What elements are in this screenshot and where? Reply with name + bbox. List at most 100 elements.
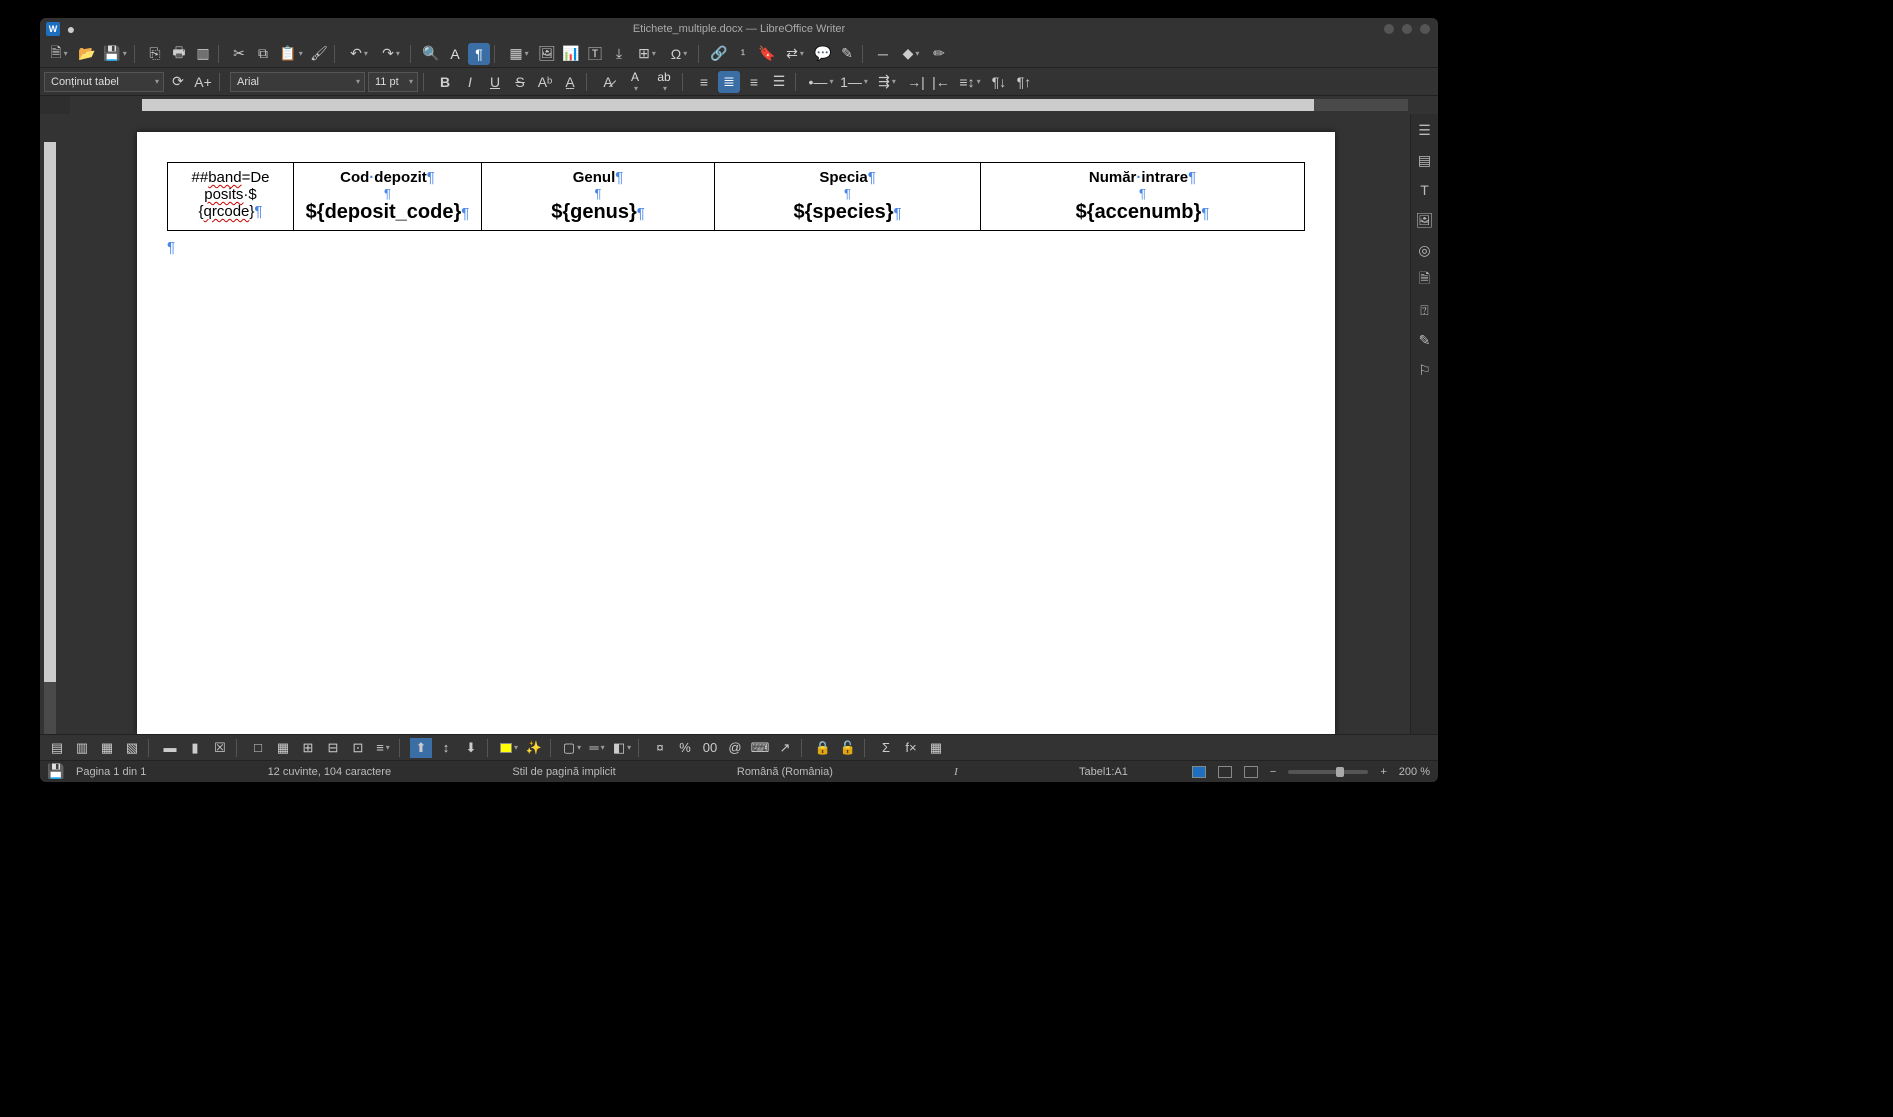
bookmark-button[interactable]: 🔖 (756, 43, 778, 65)
zoom-level-status[interactable]: 200 % (1399, 766, 1430, 778)
sidebar-accessibility-icon[interactable]: ⚐ (1415, 360, 1435, 380)
view-book-icon[interactable] (1244, 766, 1258, 778)
outline-button[interactable]: ⇶ (872, 71, 902, 93)
protect-button[interactable]: 🔒 (812, 738, 834, 758)
cell-genus[interactable]: Genul¶ ¶ ${genus}¶ (482, 163, 715, 231)
number-format-at-button[interactable]: @ (724, 738, 746, 758)
insert-mode-status[interactable]: I (954, 766, 958, 778)
cell-band[interactable]: ##band=De posits·$ {qrcode}¶ (168, 163, 294, 231)
select-table-button[interactable]: ▦ (272, 738, 294, 758)
align-top-button[interactable]: ⬆ (410, 738, 432, 758)
font-color-button[interactable]: A (622, 71, 648, 93)
sidebar-manage-icon[interactable]: ✎ (1415, 330, 1435, 350)
delete-table-button[interactable]: ☒ (209, 738, 231, 758)
sidebar-properties-icon[interactable]: ▤ (1415, 150, 1435, 170)
superscript-button[interactable]: Aᵇ (534, 71, 556, 93)
number-format-decimal-button[interactable]: 00 (699, 738, 721, 758)
language-status[interactable]: Română (România) (737, 766, 833, 778)
sidebar-inspector-icon[interactable]: ⍰ (1415, 300, 1435, 320)
zoom-out-button[interactable]: − (1270, 766, 1276, 778)
cell-bg-button[interactable] (498, 738, 520, 758)
copy-button[interactable]: ⧉ (252, 43, 274, 65)
sidebar-page-icon[interactable]: 🗎 (1415, 270, 1435, 290)
vertical-ruler[interactable] (40, 114, 62, 734)
cell-species[interactable]: Specia¶ ¶ ${species}¶ (715, 163, 981, 231)
new-style-button[interactable]: A+ (192, 71, 214, 93)
horizontal-ruler[interactable] (70, 96, 1438, 114)
clone-format-button[interactable]: 🖌 (308, 43, 330, 65)
document-area[interactable]: ##band=De posits·$ {qrcode}¶ Cod·depozit… (62, 114, 1410, 734)
line-spacing-button[interactable]: ≡↕ (955, 71, 985, 93)
sidebar-gallery-icon[interactable]: 🖼 (1415, 210, 1435, 230)
basic-shapes-button[interactable]: ◆ (896, 43, 926, 65)
insert-col-right-button[interactable]: ▧ (121, 738, 143, 758)
open-button[interactable]: 📂 (76, 43, 98, 65)
paragraph-style-combo[interactable]: Conținut tabel (44, 72, 164, 92)
save-button[interactable]: 💾 (100, 43, 130, 65)
track-changes-button[interactable]: ✎ (836, 43, 858, 65)
number-list-button[interactable]: 1— (839, 71, 869, 93)
split-cells-button[interactable]: ⊟ (322, 738, 344, 758)
table-row[interactable]: ##band=De posits·$ {qrcode}¶ Cod·depozit… (168, 163, 1305, 231)
cut-button[interactable]: ✂ (228, 43, 250, 65)
decrease-para-button[interactable]: ¶↑ (1013, 71, 1035, 93)
highlight-color-button[interactable]: ab (651, 71, 677, 93)
sum-button[interactable]: Σ (875, 738, 897, 758)
align-left-button[interactable]: ≡ (693, 71, 715, 93)
cross-ref-button[interactable]: ⇄ (780, 43, 810, 65)
align-justify-button[interactable]: ☰ (768, 71, 790, 93)
number-format-default-button[interactable]: ⌨ (749, 738, 771, 758)
document-table[interactable]: ##band=De posits·$ {qrcode}¶ Cod·depozit… (167, 162, 1305, 231)
cell-deposit[interactable]: Cod·depozit¶ ¶ ${deposit_code}¶ (294, 163, 482, 231)
insert-field-button[interactable]: ⊞ (632, 43, 662, 65)
bold-button[interactable]: B (434, 71, 456, 93)
insert-row-above-button[interactable]: ▤ (46, 738, 68, 758)
sidebar-navigator-icon[interactable]: ◎ (1415, 240, 1435, 260)
export-pdf-button[interactable]: ⎘ (144, 43, 166, 65)
print-button[interactable]: 🖶 (168, 43, 190, 65)
page[interactable]: ##band=De posits·$ {qrcode}¶ Cod·depozit… (137, 132, 1335, 734)
number-format-currency-button[interactable]: ¤ (649, 738, 671, 758)
comment-button[interactable]: 💬 (812, 43, 834, 65)
unprotect-button[interactable]: 🔓 (837, 738, 859, 758)
window-control-close[interactable] (1420, 24, 1430, 34)
border-color-button[interactable]: ◧ (611, 738, 633, 758)
strike-button[interactable]: S (509, 71, 531, 93)
sort-button[interactable]: ▦ (925, 738, 947, 758)
clear-format-button[interactable]: A̷ (597, 71, 619, 93)
zoom-slider[interactable] (1288, 770, 1368, 774)
align-center-button[interactable]: ≣ (718, 71, 740, 93)
italic-button[interactable]: I (459, 71, 481, 93)
sidebar-styles-icon[interactable]: T (1415, 180, 1435, 200)
number-format-percent-button[interactable]: % (674, 738, 696, 758)
delete-col-button[interactable]: ▮ (184, 738, 206, 758)
window-control-max[interactable] (1402, 24, 1412, 34)
insert-table-button[interactable]: ▦ (504, 43, 534, 65)
zoom-in-button[interactable]: + (1380, 766, 1386, 778)
insert-page-break-button[interactable]: ⤓ (608, 43, 630, 65)
save-status-icon[interactable]: 💾 (48, 761, 64, 783)
font-size-combo[interactable]: 11 pt (368, 72, 418, 92)
table-position-status[interactable]: Tabel1:A1 (1079, 766, 1128, 778)
line-button[interactable]: ─ (872, 43, 894, 65)
split-table-button[interactable]: ⊡ (347, 738, 369, 758)
find-button[interactable]: 🔍 (420, 43, 442, 65)
subscript-button[interactable]: A̲ (559, 71, 581, 93)
undo-button[interactable]: ↶ (344, 43, 374, 65)
cell-accenumb[interactable]: Număr·intrare¶ ¶ ${accenumb}¶ (981, 163, 1305, 231)
paste-button[interactable]: 📋 (276, 43, 306, 65)
insert-row-below-button[interactable]: ▥ (71, 738, 93, 758)
bullet-list-button[interactable]: •— (806, 71, 836, 93)
formula-button[interactable]: f× (900, 738, 922, 758)
page-style-status[interactable]: Stil de pagină implicit (512, 766, 615, 778)
font-name-combo[interactable]: Arial (230, 72, 365, 92)
delete-row-button[interactable]: ▬ (159, 738, 181, 758)
align-bottom-button[interactable]: ⬇ (460, 738, 482, 758)
paragraph-after[interactable]: ¶ (167, 239, 1305, 256)
hyperlink-button[interactable]: 🔗 (708, 43, 730, 65)
align-right-button[interactable]: ≡ (743, 71, 765, 93)
align-vcenter-button[interactable]: ↕ (435, 738, 457, 758)
underline-button[interactable]: U (484, 71, 506, 93)
new-button[interactable]: 🗎 (44, 43, 74, 65)
update-style-button[interactable]: ⟳ (167, 71, 189, 93)
